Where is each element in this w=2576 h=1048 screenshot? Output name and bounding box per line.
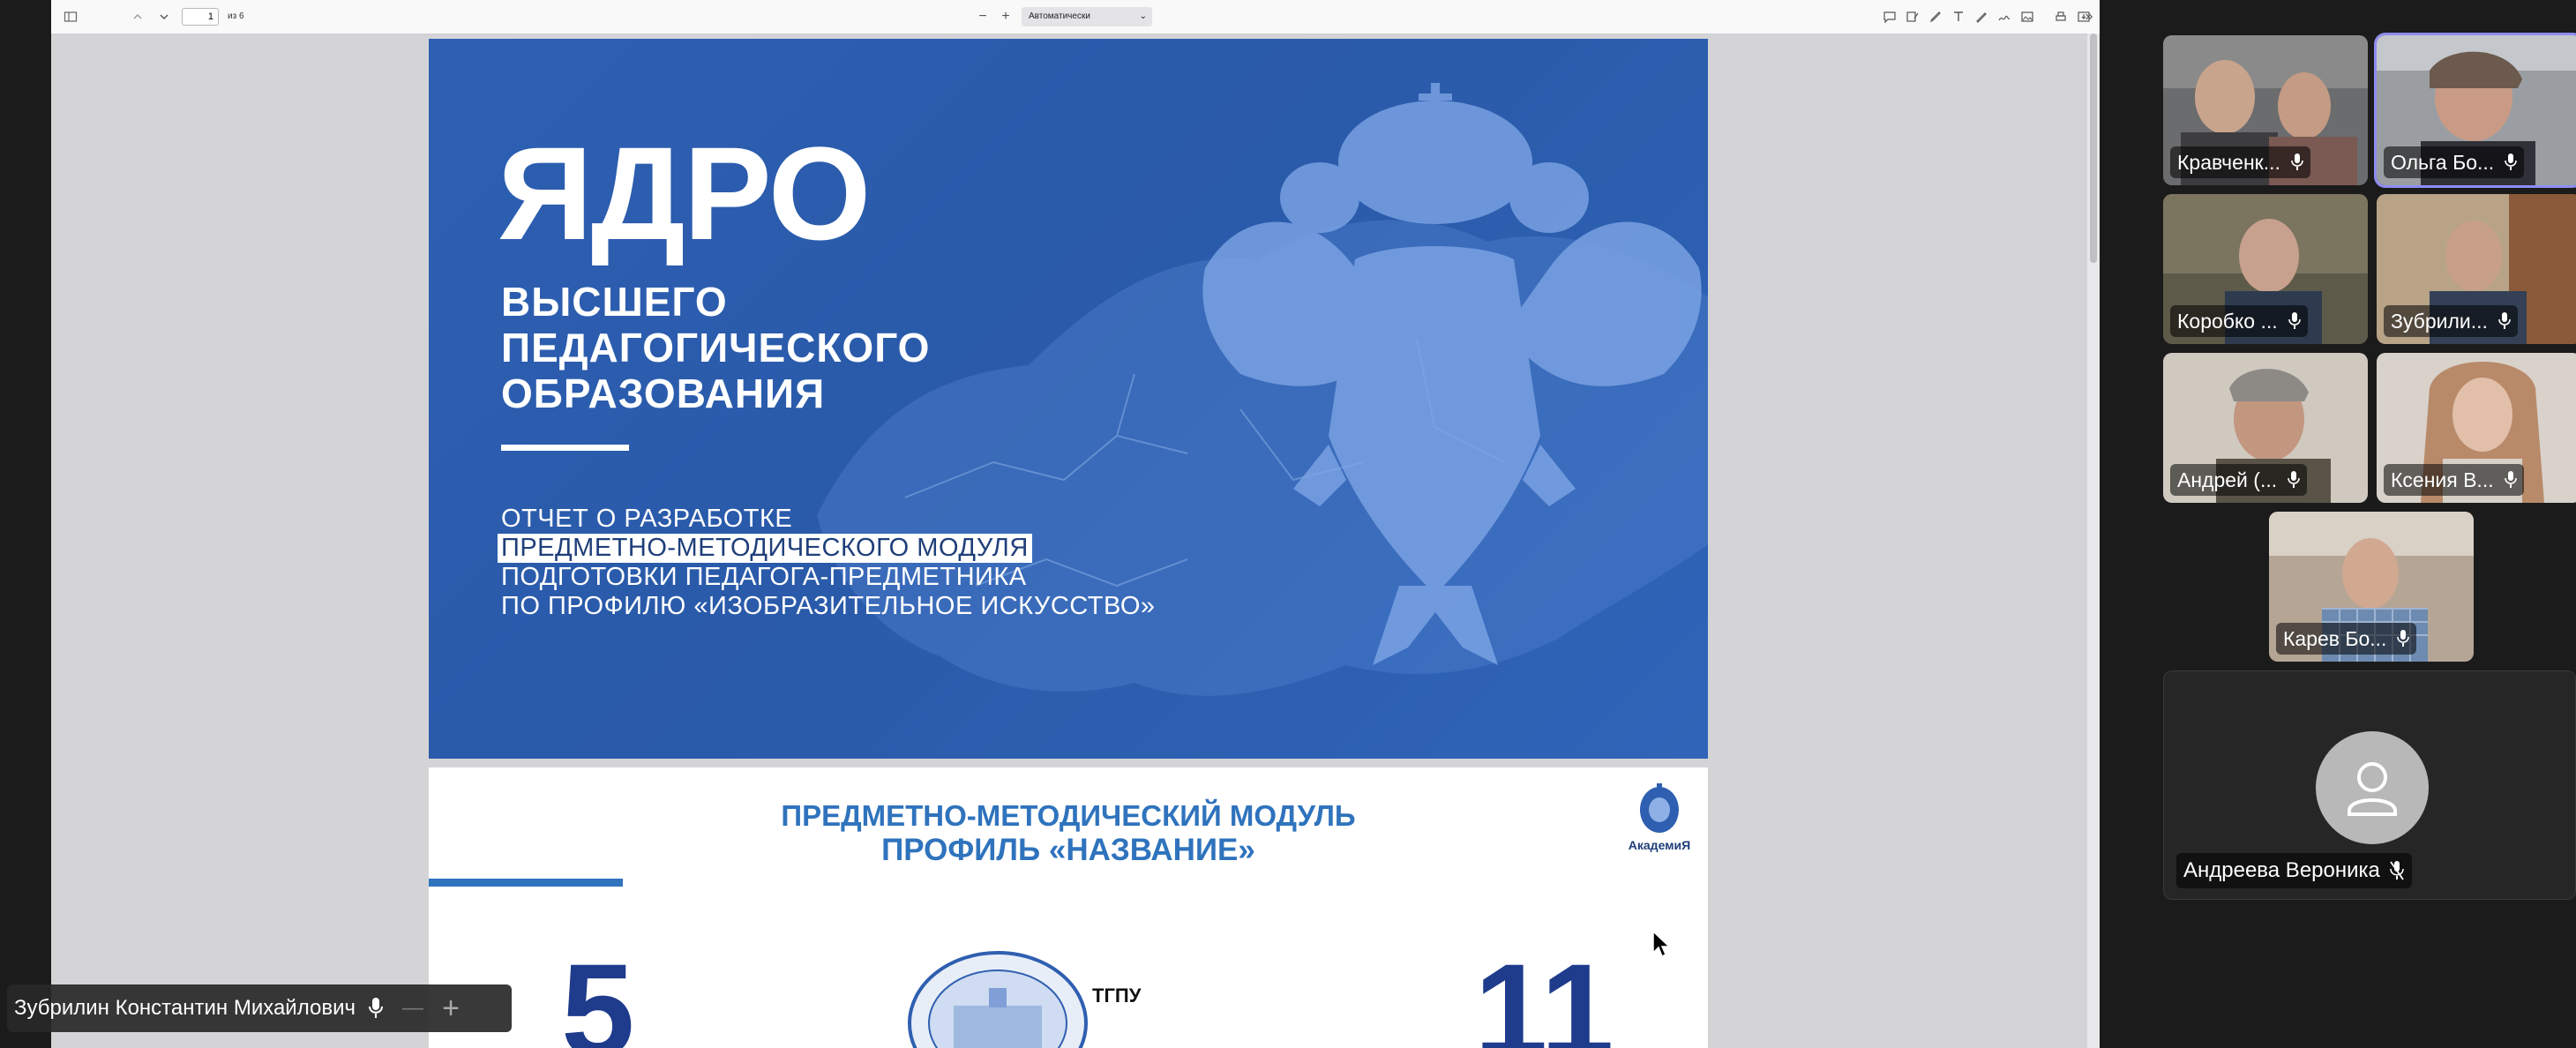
image-icon[interactable]	[2018, 8, 2036, 26]
slide-subtitle: ВЫСШЕГО ПЕДАГОГИЧЕСКОГО ОБРАЗОВАНИЯ	[501, 279, 930, 416]
participant-name: Карев Бо...	[2283, 626, 2387, 650]
pen-icon[interactable]	[1927, 8, 1944, 26]
participant-name: Коробко ...	[2177, 309, 2278, 333]
minimize-button[interactable]: —	[400, 996, 426, 1021]
pdf-scrollbar[interactable]	[2087, 34, 2100, 1048]
participant-name: Андрей (...	[2177, 468, 2278, 491]
draw-icon[interactable]	[1973, 8, 1990, 26]
divider	[501, 445, 629, 451]
subtitle-line: ВЫСШЕГО	[501, 279, 728, 325]
participant-tile[interactable]: Зубрили...	[2377, 194, 2576, 344]
shared-pdf-viewer: из 6 − + Автоматически ⌄	[51, 0, 2100, 1048]
academy-logo	[1640, 783, 1679, 833]
report-description: ОТЧЕТ О РАЗРАБОТКЕ ПРЕДМЕТНО-МЕТОДИЧЕСКО…	[498, 505, 1156, 621]
divider	[429, 879, 623, 887]
participant-tile-no-video[interactable]: Андреева Вероника	[2163, 670, 2576, 900]
participant-label: Коробко ...	[2170, 305, 2308, 337]
university-abbreviation: ТГПУ	[1092, 984, 1142, 1007]
report-line: ПОДГОТОВКИ ПЕДАГОГА-ПРЕДМЕТНИКА	[501, 563, 1027, 591]
participant-label: Кравченк...	[2170, 146, 2310, 178]
microphone-icon	[2498, 312, 2511, 329]
zoom-out-button[interactable]: −	[974, 8, 992, 26]
zoom-in-button[interactable]: +	[997, 8, 1015, 26]
slide-heading: ПРЕДМЕТНО-МЕТОДИЧЕСКИЙ МОДУЛЬ ПРОФИЛЬ «Н…	[429, 799, 1708, 868]
participant-name: Зубрили...	[2391, 309, 2488, 333]
active-speaker-name: Зубрилин Константин Михайлович	[14, 996, 356, 1020]
user-avatar-icon	[2348, 762, 2397, 816]
microphone-icon	[2504, 471, 2517, 488]
heading-line: ПРОФИЛЬ «НАЗВАНИЕ»	[881, 833, 1255, 867]
participant-tile[interactable]: Карев Бо...	[2269, 512, 2474, 662]
report-line: ПО ПРОФИЛЮ «ИЗОБРАЗИТЕЛЬНОЕ ИСКУССТВО»	[501, 592, 1156, 620]
eagle-emblem	[1202, 83, 1702, 665]
text-icon[interactable]	[1950, 8, 1967, 26]
microphone-icon	[2397, 630, 2410, 647]
highlighted-text: ПРЕДМЕТНО-МЕТОДИЧЕСКОГО МОДУЛЯ	[498, 534, 1032, 563]
pdf-toolbar: из 6 − + Автоматически ⌄	[51, 0, 2100, 34]
avatar	[2316, 731, 2429, 844]
heading-line: ПРЕДМЕТНО-МЕТОДИЧЕСКИЙ МОДУЛЬ	[781, 799, 1356, 832]
participant-tile[interactable]: Коробко ...	[2163, 194, 2368, 344]
microphone-icon	[2291, 153, 2303, 170]
participant-tile[interactable]: Ксения В...	[2377, 353, 2576, 503]
page-number-input[interactable]	[182, 8, 219, 26]
print-icon[interactable]	[2052, 8, 2070, 26]
subtitle-line: ОБРАЗОВАНИЯ	[501, 371, 826, 416]
participant-name: Андреева Вероника	[2183, 858, 2380, 882]
zoom-select[interactable]: Автоматически ⌄	[1022, 7, 1152, 26]
microphone-icon	[2288, 471, 2300, 488]
microphone-icon	[2505, 153, 2517, 170]
chevron-down-icon: ⌄	[1139, 11, 1147, 21]
microphone-icon	[2288, 312, 2301, 329]
comment-icon[interactable]	[1881, 8, 1898, 26]
sidebar-toggle-icon[interactable]	[62, 8, 79, 26]
university-seal	[908, 951, 1088, 1048]
participant-tile[interactable]: Кравченк...	[2163, 35, 2368, 185]
meeting-screen: из 6 − + Автоматически ⌄	[0, 0, 2576, 1048]
microphone-icon	[369, 998, 383, 1018]
participant-tile[interactable]: Андрей (...	[2163, 353, 2368, 503]
academy-logo-text: АкадемиЯ	[1628, 838, 1691, 852]
add-icon[interactable]: +	[435, 991, 467, 1026]
zoom-value: Автоматически	[1029, 11, 1090, 21]
participant-label: Ксения В...	[2384, 464, 2524, 496]
participant-label: Андреева Вероника	[2176, 853, 2412, 888]
participant-name: Кравченк...	[2177, 150, 2280, 174]
microphone-muted-icon	[2390, 861, 2404, 880]
subtitle-line: ПЕДАГОГИЧЕСКОГО	[501, 325, 931, 371]
participant-label: Зубрили...	[2384, 305, 2518, 337]
participant-label: Ольга Бо...	[2384, 146, 2525, 178]
report-line: ОТЧЕТ О РАЗРАБОТКЕ	[501, 505, 793, 533]
chevron-up-icon[interactable]	[129, 8, 146, 26]
chevron-down-icon[interactable]	[155, 8, 173, 26]
participant-tile-active[interactable]: Ольга Бо...	[2377, 35, 2576, 185]
participant-label: Андрей (...	[2170, 464, 2308, 496]
highlight-icon[interactable]	[1904, 8, 1921, 26]
slide-module-profile: ПРЕДМЕТНО-МЕТОДИЧЕСКИЙ МОДУЛЬ ПРОФИЛЬ «Н…	[429, 767, 1708, 1048]
stat-number: 11	[1474, 936, 1614, 1048]
participant-name: Ксения В...	[2391, 468, 2494, 491]
slide-title: ЯДРО	[498, 119, 871, 267]
participant-name: Ольга Бо...	[2391, 150, 2495, 174]
signature-icon[interactable]	[1996, 8, 2013, 26]
participant-label: Карев Бо...	[2276, 623, 2417, 655]
stat-number: 5	[561, 936, 635, 1048]
more-tools-icon[interactable]: »	[2080, 8, 2098, 26]
page-count: из 6	[228, 11, 244, 21]
pdf-scrollbar-thumb[interactable]	[2090, 34, 2097, 263]
active-speaker-bar: Зубрилин Константин Михайлович — +	[7, 984, 512, 1032]
slide-title-page: ЯДРО ВЫСШЕГО ПЕДАГОГИЧЕСКОГО ОБРАЗОВАНИЯ…	[429, 39, 1708, 759]
mouse-cursor-icon	[1652, 930, 1671, 958]
